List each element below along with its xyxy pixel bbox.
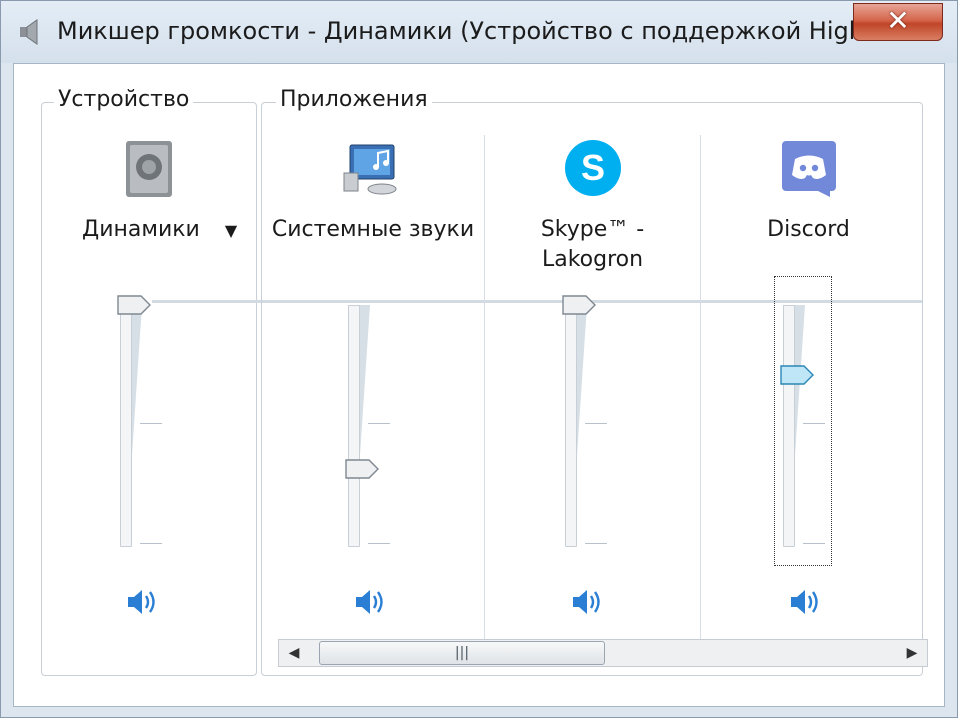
app-column-system-sounds: Системные звуки — [262, 103, 484, 675]
device-name: Динамики — [82, 217, 200, 242]
speaker-icon — [20, 19, 38, 45]
slider-track — [348, 305, 360, 547]
device-selector[interactable]: Динамики ▼ — [42, 215, 256, 246]
device-volume-slider[interactable] — [117, 285, 180, 565]
system-sounds-icon[interactable] — [342, 137, 404, 199]
app-name-line1: Discord — [767, 217, 850, 242]
svg-text:S: S — [580, 147, 604, 188]
title-bar[interactable]: Микшер громкости - Динамики (Устройство … — [1, 1, 957, 63]
slider-tick — [585, 423, 607, 424]
slider-thumb[interactable] — [117, 295, 151, 315]
slider-thumb[interactable] — [345, 459, 379, 479]
scroll-right-button[interactable]: ▶ — [899, 640, 925, 666]
mute-speaker-icon[interactable] — [354, 587, 388, 617]
mute-speaker-icon[interactable] — [571, 587, 605, 617]
slider-tick — [368, 423, 390, 424]
app-volume-slider[interactable] — [345, 285, 408, 565]
app-name-line1: Skype™ - — [540, 217, 645, 242]
slider-tick — [585, 543, 607, 544]
mute-speaker-icon[interactable] — [789, 587, 823, 617]
slider-tick — [368, 543, 390, 544]
volume-mixer-window: Микшер громкости - Динамики (Устройство … — [0, 0, 958, 718]
applications-group: Приложения Системные звуки S Skype™ - La… — [261, 87, 923, 676]
horizontal-scrollbar[interactable]: ◀ ||| ▶ — [278, 639, 928, 667]
skype-icon[interactable]: S — [562, 137, 624, 199]
app-column-skype: S Skype™ - Lakogron — [485, 103, 700, 675]
slider-track — [565, 305, 577, 547]
slider-tick — [140, 543, 162, 544]
app-column-discord: Discord — [701, 103, 916, 675]
app-volume-slider[interactable] — [562, 285, 625, 565]
scroll-thumb[interactable]: ||| — [319, 641, 605, 665]
mute-speaker-icon[interactable] — [126, 587, 160, 617]
slider-tick — [803, 543, 825, 544]
close-button[interactable]: ✕ — [853, 3, 943, 41]
device-group: Устройство Динамики ▼ — [41, 87, 257, 676]
slider-thumb[interactable] — [780, 365, 814, 385]
speaker-device-icon[interactable] — [118, 137, 180, 199]
discord-icon[interactable] — [778, 137, 840, 199]
app-name-line2: Lakogron — [541, 247, 644, 272]
chevron-down-icon: ▼ — [224, 221, 238, 240]
device-group-label: Устройство — [54, 87, 194, 112]
slider-track — [120, 305, 132, 547]
slider-tick — [803, 423, 825, 424]
scroll-left-button[interactable]: ◀ — [281, 640, 307, 666]
slider-thumb[interactable] — [562, 295, 596, 315]
slider-track — [783, 305, 795, 547]
mixer-content: Устройство Динамики ▼ Приложения Системн… — [13, 63, 945, 707]
app-volume-slider[interactable] — [780, 285, 843, 565]
window-title: Микшер громкости - Динамики (Устройство … — [57, 17, 857, 45]
slider-tick — [140, 423, 162, 424]
app-name-line1: Системные звуки — [271, 217, 475, 242]
